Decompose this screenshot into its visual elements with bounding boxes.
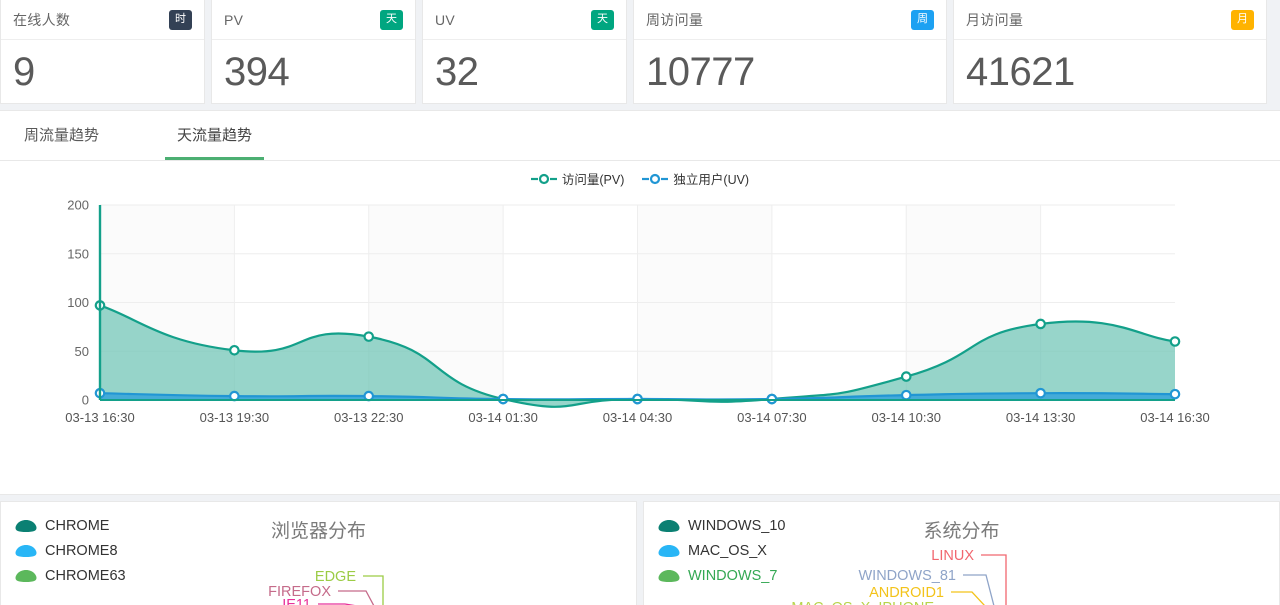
x-axis-tick-label: 03-13 19:30 [200, 410, 269, 425]
svg-text:200: 200 [67, 199, 89, 213]
chart-point [230, 346, 238, 354]
chart-point [365, 332, 373, 340]
chart-point [1036, 389, 1044, 397]
legend-label-pv: 访问量(PV) [562, 169, 625, 188]
status-badge: 周 [911, 10, 934, 30]
browser-distribution-panel: 浏览器分布 CHROME CHROME8 CHROME63 EDGE FIREF… [0, 501, 637, 605]
stat-card-uv: UV 天 32 [422, 0, 627, 104]
card-header: UV 天 [423, 0, 626, 40]
card-body: 41621 [954, 40, 1266, 103]
status-badge: 天 [591, 10, 614, 30]
legend-marker-icon [531, 173, 557, 185]
status-badge: 天 [380, 10, 403, 30]
card-body: 32 [423, 40, 626, 103]
tab-weekly-trend[interactable]: 周流量趋势 [20, 111, 103, 160]
card-body: 394 [212, 40, 415, 103]
card-title: 周访问量 [646, 10, 703, 30]
stat-cards-row: 在线人数 时 9 PV 天 394 UV 天 32 周访问量 周 10777 [0, 0, 1280, 104]
pie-label-android1: ANDROID1 [869, 585, 944, 601]
card-value: 41621 [966, 52, 1075, 92]
card-value: 32 [435, 52, 479, 92]
card-body: 10777 [634, 40, 946, 103]
svg-text:100: 100 [67, 295, 89, 310]
chart-legend: 访问量(PV) 独立用户(UV) [0, 169, 1280, 188]
svg-text:50: 50 [75, 344, 89, 359]
card-header: 在线人数 时 [1, 0, 204, 40]
pie-label-mac-os-x-iphone: MAC_OS_X_IPHONE [791, 600, 934, 605]
x-axis-tick-label: 03-14 16:30 [1140, 410, 1209, 425]
status-badge: 时 [169, 10, 192, 30]
x-axis-tick-label: 03-14 07:30 [737, 410, 806, 425]
pie-label-edge: EDGE [315, 569, 356, 585]
os-distribution-panel: 系统分布 WINDOWS_10 MAC_OS_X WINDOWS_7 LINUX… [643, 501, 1280, 605]
chart-point [902, 372, 910, 380]
stat-card-monthly-visits: 月访问量 月 41621 [953, 0, 1267, 104]
chart-area: 访问量(PV) 独立用户(UV) 0 50 100 150 200 03-13 16:30… [0, 161, 1280, 495]
legend-item-uv[interactable]: 独立用户(UV) [642, 169, 749, 188]
card-title: 月访问量 [966, 10, 1023, 30]
svg-text:150: 150 [67, 246, 89, 261]
card-header: 月访问量 月 [954, 0, 1266, 40]
card-header: 周访问量 周 [634, 0, 946, 40]
traffic-trend-panel: 周流量趋势 天流量趋势 访问量(PV) 独立用户(UV) [0, 110, 1280, 495]
x-axis-tick-label: 03-13 16:30 [65, 410, 134, 425]
distribution-row: 浏览器分布 CHROME CHROME8 CHROME63 EDGE FIREF… [0, 501, 1280, 605]
chart-point [1171, 390, 1179, 398]
stat-card-pv: PV 天 394 [211, 0, 416, 104]
status-badge: 月 [1231, 10, 1254, 30]
legend-item-pv[interactable]: 访问量(PV) [531, 169, 625, 188]
svg-text:0: 0 [82, 393, 89, 408]
card-value: 9 [13, 52, 35, 92]
x-axis-tick-label: 03-14 10:30 [872, 410, 941, 425]
chart-point [1036, 320, 1044, 328]
chart-point [902, 391, 910, 399]
os-pie-labels: LINUX WINDOWS_81 ANDROID1 MAC_OS_X_IPHON… [644, 502, 1280, 605]
card-header: PV 天 [212, 0, 415, 40]
card-title: UV [435, 12, 455, 28]
tab-bar: 周流量趋势 天流量趋势 [0, 111, 1280, 161]
traffic-line-chart: 0 50 100 150 200 03-13 16:30 03-13 19:30 03-13 … [0, 199, 1280, 495]
card-value: 394 [224, 52, 289, 92]
chart-point [1171, 337, 1179, 345]
legend-label-uv: 独立用户(UV) [673, 169, 749, 188]
x-axis-tick-label: 03-14 04:30 [603, 410, 672, 425]
x-axis-tick-label: 03-14 13:30 [1006, 410, 1075, 425]
browser-pie-labels: EDGE FIREFOX IE11 [1, 502, 637, 605]
x-axis-tick-label: 03-14 01:30 [468, 410, 537, 425]
card-title: 在线人数 [13, 10, 70, 30]
tab-daily-trend[interactable]: 天流量趋势 [173, 111, 256, 160]
pie-label-ie11: IE11 [282, 597, 311, 605]
x-axis-tick-label: 03-13 22:30 [334, 410, 403, 425]
pie-label-linux: LINUX [931, 548, 974, 564]
card-value: 10777 [646, 52, 755, 92]
card-title: PV [224, 12, 243, 28]
card-body: 9 [1, 40, 204, 103]
stat-card-online: 在线人数 时 9 [0, 0, 205, 104]
legend-marker-icon [642, 173, 668, 185]
stat-card-weekly-visits: 周访问量 周 10777 [633, 0, 947, 104]
pie-label-windows-81: WINDOWS_81 [859, 568, 957, 584]
